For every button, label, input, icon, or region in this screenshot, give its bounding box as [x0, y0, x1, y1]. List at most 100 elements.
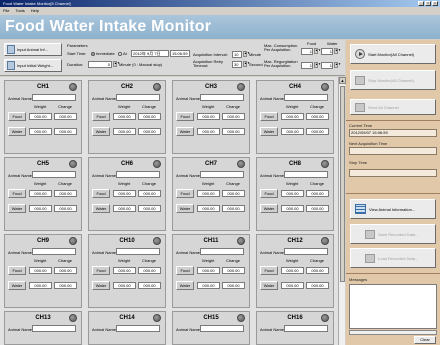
animal-name-label: Animal Name — [8, 173, 33, 178]
scroll-thumb[interactable] — [340, 86, 345, 282]
menu-help[interactable]: Help — [31, 7, 39, 14]
animal-name-field[interactable] — [32, 248, 76, 255]
food-change-value: 000.00 — [222, 113, 245, 120]
water-row-label: Water — [8, 204, 26, 213]
food-weight-value: 000.00 — [113, 113, 136, 120]
channel-panel: CH7 Animal Name Weight Change Food 000.0… — [172, 157, 250, 231]
max-cons-food-input[interactable]: 1 — [301, 48, 313, 55]
animal-name-field[interactable] — [200, 248, 244, 255]
acq-interval-label: Acquisition Interval: — [193, 52, 228, 57]
scroll-up-icon[interactable]: ▲ — [339, 77, 346, 84]
water-weight-value: 000.00 — [113, 205, 136, 212]
load-recorded-button[interactable]: Load Recorded Data... — [350, 248, 436, 268]
change-col-label: Change — [142, 258, 157, 263]
food-row-label: Food — [260, 189, 278, 198]
max-regurg-water-input[interactable]: 1 — [321, 62, 333, 69]
animal-name-field[interactable] — [200, 171, 244, 178]
food-row-label: Food — [92, 112, 110, 121]
food-weight-value: 000.00 — [281, 267, 304, 274]
channel-panel: CH11 Animal Name Weight Change Food 000.… — [172, 234, 250, 308]
food-weight-value: 000.00 — [197, 267, 220, 274]
duration-input[interactable]: 0 — [88, 61, 112, 68]
animal-name-field[interactable] — [200, 94, 244, 101]
animal-name-field[interactable] — [32, 325, 76, 332]
water-row-label: Water — [8, 127, 26, 136]
water-weight-value: 000.00 — [113, 282, 136, 289]
change-col-label: Change — [226, 181, 241, 186]
radio-off-icon — [118, 51, 122, 56]
food-change-value: 000.00 — [54, 113, 77, 120]
max-cons-water-spinner[interactable]: ▲▼ — [334, 48, 341, 54]
animal-name-label: Animal Name — [8, 96, 33, 101]
channel-grid: CH1 Animal Name Weight Change Food 000.0… — [0, 77, 338, 345]
app-banner: Food Water Intake Monitor — [0, 15, 440, 39]
animal-name-label: Animal Name — [176, 96, 201, 101]
channel-scrollbar[interactable]: ▲ — [338, 77, 346, 345]
max-cons-food-spinner[interactable]: ▲▼ — [314, 48, 321, 54]
retry-timeout-input[interactable]: 30 — [232, 61, 242, 68]
acq-interval-input[interactable]: 10 — [232, 51, 242, 58]
menu-tools[interactable]: Tools — [15, 7, 24, 14]
animal-name-field[interactable] — [284, 248, 328, 255]
retry-timeout-spinner[interactable]: ▲▼ — [243, 61, 250, 67]
animal-name-label: Animal Name — [92, 96, 117, 101]
minimize-button[interactable]: _ — [418, 1, 424, 6]
max-regurg-food-input[interactable]: 1 — [301, 62, 313, 69]
input-initial-weight-button[interactable]: Input Initial Weight... — [4, 59, 62, 72]
duration-spinner[interactable]: ▲▼ — [113, 61, 120, 67]
start-time-field[interactable]: 15:06:59 — [170, 50, 190, 57]
max-regurg-water-spinner[interactable]: ▲▼ — [334, 62, 341, 68]
food-row-label: Food — [176, 266, 194, 275]
next-acq-field — [349, 147, 437, 155]
animal-name-field[interactable] — [284, 171, 328, 178]
immediate-radio[interactable]: Immediate — [91, 51, 115, 56]
animal-name-label: Animal Name — [92, 250, 117, 255]
animal-name-field[interactable] — [284, 94, 328, 101]
duration-unit: Minute (0 : Manual stop) — [119, 62, 163, 67]
animal-name-field[interactable] — [116, 248, 160, 255]
at-radio[interactable]: At — [118, 51, 127, 56]
view-animal-info-button[interactable]: View Animal Information... — [350, 199, 436, 219]
water-change-value: 000.00 — [306, 128, 329, 135]
messages-label: Messages — [349, 277, 368, 282]
close-button[interactable]: x — [432, 1, 438, 6]
water-row-label: Water — [8, 281, 26, 290]
water-change-value: 000.00 — [138, 205, 161, 212]
water-change-value: 000.00 — [54, 282, 77, 289]
food-change-value: 000.00 — [222, 267, 245, 274]
water-weight-value: 000.00 — [29, 282, 52, 289]
water-row-label: Water — [260, 204, 278, 213]
food-change-value: 000.00 — [138, 190, 161, 197]
stop-monitor-label: Stop Monitor(All Channel) — [368, 77, 414, 83]
animal-name-field[interactable] — [200, 325, 244, 332]
status-led-icon — [321, 83, 329, 91]
save-recorded-button[interactable]: Save Recorded Data... — [350, 224, 436, 244]
maximize-button[interactable]: □ — [425, 1, 431, 6]
animal-name-field[interactable] — [116, 94, 160, 101]
animal-name-field[interactable] — [116, 325, 160, 332]
animal-name-field[interactable] — [32, 171, 76, 178]
animal-name-field[interactable] — [32, 94, 76, 101]
start-date-field[interactable]: 2012年 9月 7日 — [131, 50, 169, 57]
parameters-label: Parameters — [67, 43, 88, 48]
messages-hscrollbar[interactable] — [349, 330, 437, 335]
weight-col-label: Weight — [202, 181, 215, 186]
channel-panel: CH6 Animal Name Weight Change Food 000.0… — [88, 157, 166, 231]
status-led-icon — [237, 237, 245, 245]
max-regurg-food-spinner[interactable]: ▲▼ — [314, 62, 321, 68]
stop-monitor-button[interactable]: Stop Monitor(All Channel) — [350, 70, 436, 90]
acq-interval-spinner[interactable]: ▲▼ — [243, 51, 250, 57]
change-col-label: Change — [226, 104, 241, 109]
max-cons-water-input[interactable]: 1 — [321, 48, 333, 55]
food-row-label: Food — [260, 266, 278, 275]
water-row-label: Water — [260, 281, 278, 290]
clear-button[interactable]: Clear — [414, 336, 436, 344]
animal-name-field[interactable] — [116, 171, 160, 178]
messages-box[interactable] — [349, 284, 437, 329]
menu-file[interactable]: File — [3, 7, 9, 14]
input-animal-info-button[interactable]: Input Animal Inf... — [4, 43, 62, 56]
animal-name-field[interactable] — [284, 325, 328, 332]
send-all-button[interactable]: Send All Channel — [350, 99, 436, 115]
start-monitor-button[interactable]: Start Monitor(All Channel) — [350, 44, 436, 64]
divider — [346, 120, 440, 121]
